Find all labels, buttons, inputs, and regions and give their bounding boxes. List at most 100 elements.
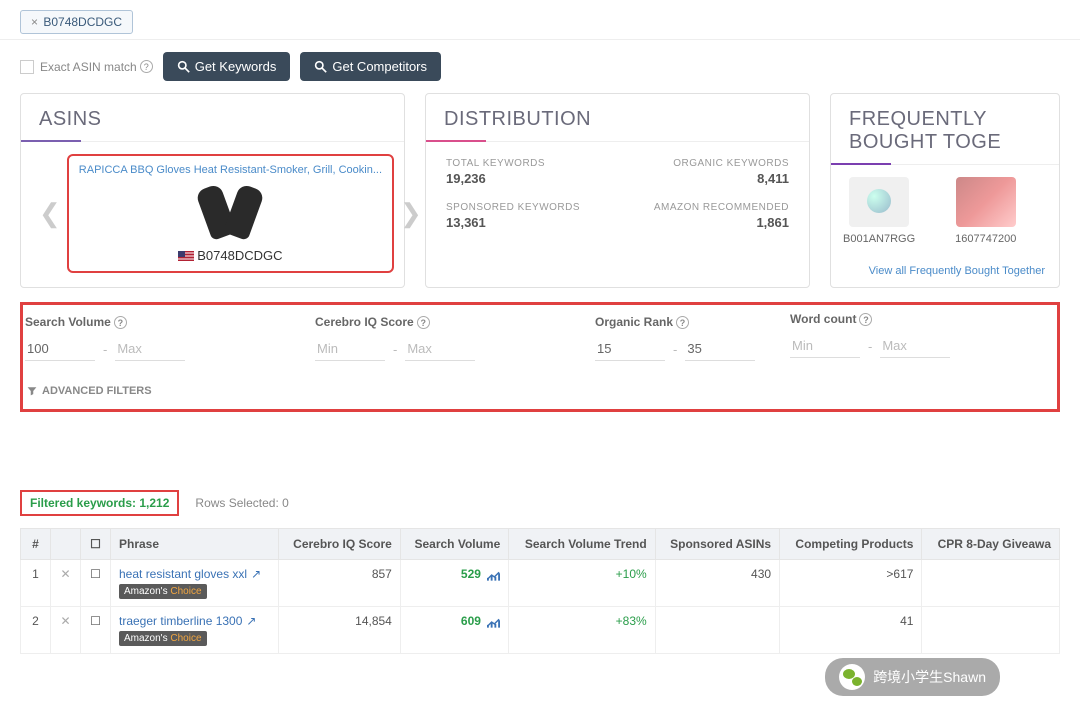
delete-row-icon[interactable]: ✕ — [60, 614, 70, 628]
organic-keywords-value: 8,411 — [654, 171, 789, 186]
get-keywords-button[interactable]: Get Keywords — [163, 52, 291, 81]
col-delete — [51, 529, 81, 560]
sponsored-keywords-value: 13,361 — [446, 215, 580, 230]
asins-panel: ASINS ❮ RAPICCA BBQ Gloves Heat Resistan… — [20, 93, 405, 288]
freq-asin: 1607747200 — [955, 233, 1016, 245]
wechat-text: 跨境小学生Shawn — [873, 667, 986, 687]
product-image — [185, 182, 275, 242]
col-select[interactable]: ☐ — [81, 529, 111, 560]
col-sa[interactable]: Sponsored ASINs — [655, 529, 779, 560]
sa-cell: 430 — [655, 560, 779, 607]
col-sv[interactable]: Search Volume — [400, 529, 508, 560]
amazon-rec-value: 1,861 — [654, 215, 789, 230]
filter-icon — [27, 386, 37, 396]
row-checkbox[interactable]: ☐ — [90, 567, 101, 581]
help-icon[interactable]: ? — [676, 316, 689, 329]
row-num: 1 — [21, 560, 51, 607]
total-keywords-label: TOTAL KEYWORDS — [446, 158, 580, 170]
checkbox-icon — [20, 60, 34, 74]
sponsored-keywords-label: SPONSORED KEYWORDS — [446, 202, 580, 214]
iq-cell: 14,854 — [278, 607, 400, 654]
svt-cell: +10% — [509, 560, 655, 607]
word-count-label: Word count? — [790, 312, 1050, 326]
col-cpr[interactable]: CPR 8-Day Giveawa — [922, 529, 1060, 560]
table-row: 1 ✕ ☐ heat resistant gloves xxl ↗ Amazon's Ch… — [21, 560, 1060, 607]
results-table: # ☐ Phrase Cerebro IQ Score Search Volum… — [20, 528, 1060, 654]
total-keywords-value: 19,236 — [446, 171, 580, 186]
iq-min-input[interactable] — [315, 337, 385, 361]
help-icon[interactable]: ? — [417, 316, 430, 329]
wc-min-input[interactable] — [790, 334, 860, 358]
freq-item[interactable]: 1607747200 — [955, 177, 1016, 245]
external-link-icon[interactable]: ↗ — [251, 567, 261, 581]
prev-arrow-icon[interactable]: ❮ — [33, 198, 67, 229]
col-svt[interactable]: Search Volume Trend — [509, 529, 655, 560]
freq-asin: B001AN7RGG — [843, 233, 915, 245]
cpr-cell — [922, 607, 1060, 654]
organic-keywords-label: ORGANIC KEYWORDS — [654, 158, 789, 170]
freq-panel-title: FREQUENTLY BOUGHT TOGE — [831, 94, 1059, 165]
next-arrow-icon[interactable]: ❯ — [394, 198, 428, 229]
wc-max-input[interactable] — [880, 334, 950, 358]
col-phrase[interactable]: Phrase — [111, 529, 279, 560]
chip-remove-icon[interactable]: × — [31, 15, 38, 29]
col-num[interactable]: # — [21, 529, 51, 560]
help-icon[interactable]: ? — [114, 316, 127, 329]
col-iq[interactable]: Cerebro IQ Score — [278, 529, 400, 560]
col-cp[interactable]: Competing Products — [780, 529, 922, 560]
product-thumb — [849, 177, 909, 227]
search-volume-label: Search Volume? — [25, 315, 265, 329]
row-num: 2 — [21, 607, 51, 654]
sv-cell: 609 — [400, 607, 508, 654]
get-competitors-button[interactable]: Get Competitors — [300, 52, 441, 81]
us-flag-icon — [178, 251, 194, 262]
amazons-choice-badge: Amazon's Choice — [119, 584, 207, 599]
svt-cell: +83% — [509, 607, 655, 654]
search-icon — [177, 60, 190, 73]
distribution-panel-title: DISTRIBUTION — [426, 94, 809, 142]
phrase-cell: heat resistant gloves xxl ↗ Amazon's Choic… — [111, 560, 279, 607]
wechat-overlay: 跨境小学生Shawn — [825, 658, 1000, 696]
distribution-panel: DISTRIBUTION TOTAL KEYWORDS19,236 SPONSO… — [425, 93, 810, 288]
cpr-cell — [922, 560, 1060, 607]
delete-row-icon[interactable]: ✕ — [60, 567, 70, 581]
amazons-choice-badge: Amazon's Choice — [119, 631, 207, 646]
search-icon — [314, 60, 327, 73]
help-icon[interactable]: ? — [859, 313, 872, 326]
sa-cell — [655, 607, 779, 654]
asin-card[interactable]: RAPICCA BBQ Gloves Heat Resistant-Smoker… — [67, 154, 394, 273]
amazon-rec-label: AMAZON RECOMMENDED — [654, 202, 789, 214]
sv-min-input[interactable] — [25, 337, 95, 361]
freq-item[interactable]: B001AN7RGG — [843, 177, 915, 245]
organic-rank-label: Organic Rank? — [595, 315, 775, 329]
sv-max-input[interactable] — [115, 337, 185, 361]
wechat-icon — [839, 664, 865, 690]
chart-icon[interactable] — [487, 617, 500, 627]
asin-code: B0748DCDGC — [79, 248, 382, 263]
phrase-link[interactable]: traeger timberline 1300 — [119, 614, 242, 628]
asin-product-title: RAPICCA BBQ Gloves Heat Resistant-Smoker… — [79, 164, 382, 176]
cp-cell: 41 — [780, 607, 922, 654]
external-link-icon[interactable]: ↗ — [246, 614, 256, 628]
asin-chip[interactable]: × B0748DCDGC — [20, 10, 133, 34]
or-min-input[interactable] — [595, 337, 665, 361]
help-icon[interactable]: ? — [140, 60, 153, 73]
row-checkbox[interactable]: ☐ — [90, 614, 101, 628]
advanced-filters-toggle[interactable]: ADVANCED FILTERS — [23, 379, 1057, 403]
view-all-freq-link[interactable]: View all Frequently Bought Together — [831, 265, 1045, 277]
exact-asin-checkbox[interactable]: Exact ASIN match ? — [20, 60, 153, 74]
iq-cell: 857 — [278, 560, 400, 607]
cp-cell: >617 — [780, 560, 922, 607]
phrase-link[interactable]: heat resistant gloves xxl — [119, 567, 247, 581]
or-max-input[interactable] — [685, 337, 755, 361]
cerebro-iq-label: Cerebro IQ Score? — [315, 315, 555, 329]
iq-max-input[interactable] — [405, 337, 475, 361]
filtered-keywords-badge: Filtered keywords: 1,212 — [20, 490, 179, 516]
table-row: 2 ✕ ☐ traeger timberline 1300 ↗ Amazon's Choi… — [21, 607, 1060, 654]
rows-selected-label: Rows Selected: 0 — [195, 496, 288, 510]
exact-asin-label: Exact ASIN match — [40, 60, 137, 74]
product-thumb — [956, 177, 1016, 227]
chart-icon[interactable] — [487, 570, 500, 580]
freq-bought-panel: FREQUENTLY BOUGHT TOGE B001AN7RGG 160774… — [830, 93, 1060, 288]
sv-cell: 529 — [400, 560, 508, 607]
